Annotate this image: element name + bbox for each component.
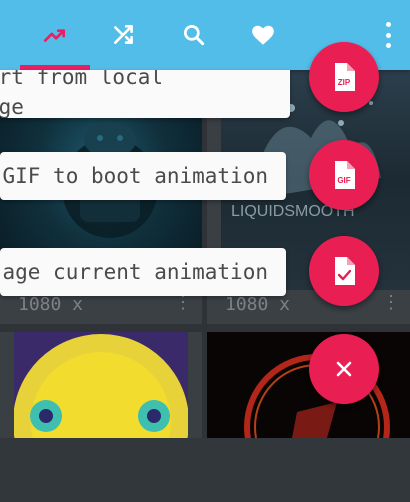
tab-favorites[interactable] [228, 0, 298, 70]
tab-trending[interactable] [20, 0, 90, 70]
fab-label-text: GIF to boot animation [2, 164, 268, 188]
fab-gif-to-boot-button[interactable]: GIF [309, 140, 379, 210]
card-resolution: 1080 x [225, 294, 291, 315]
close-icon [336, 361, 352, 377]
svg-text:GIF: GIF [337, 176, 350, 185]
fab-import-zip-button[interactable]: ZIP [309, 42, 379, 112]
card-more-icon[interactable]: ⋮ [382, 292, 400, 313]
animation-card[interactable] [0, 332, 202, 438]
trending-up-icon [43, 29, 66, 42]
red-ring-image [244, 354, 390, 438]
fab-label-text: age current animation [2, 260, 268, 284]
fab-label-import-zip[interactable]: ort from local age [0, 70, 290, 118]
animation-card[interactable] [207, 332, 410, 438]
fab-label-gif-to-boot[interactable]: GIF to boot animation [0, 152, 286, 200]
fab-close-button[interactable] [309, 334, 379, 404]
fab-label-manage-current[interactable]: age current animation [0, 248, 286, 296]
bottom-bar [0, 438, 410, 502]
svg-text:ZIP: ZIP [338, 78, 351, 87]
more-vert-icon[interactable] [378, 22, 398, 48]
tab-shuffle[interactable] [89, 0, 159, 70]
fab-manage-current-button[interactable] [309, 236, 379, 306]
card-resolution: 1080 x [18, 294, 84, 315]
zip-file-icon: ZIP [335, 63, 355, 91]
shuffle-icon [114, 25, 133, 44]
file-check-icon [335, 257, 355, 285]
tab-search[interactable] [159, 0, 229, 70]
emoji-face-image [13, 334, 189, 438]
animation-thumbnail [13, 332, 189, 438]
search-icon [183, 24, 205, 46]
fab-label-text: ort from local age [0, 70, 164, 118]
gif-file-icon: GIF [335, 161, 355, 189]
heart-icon [252, 25, 274, 45]
animation-thumbnail [207, 332, 410, 438]
